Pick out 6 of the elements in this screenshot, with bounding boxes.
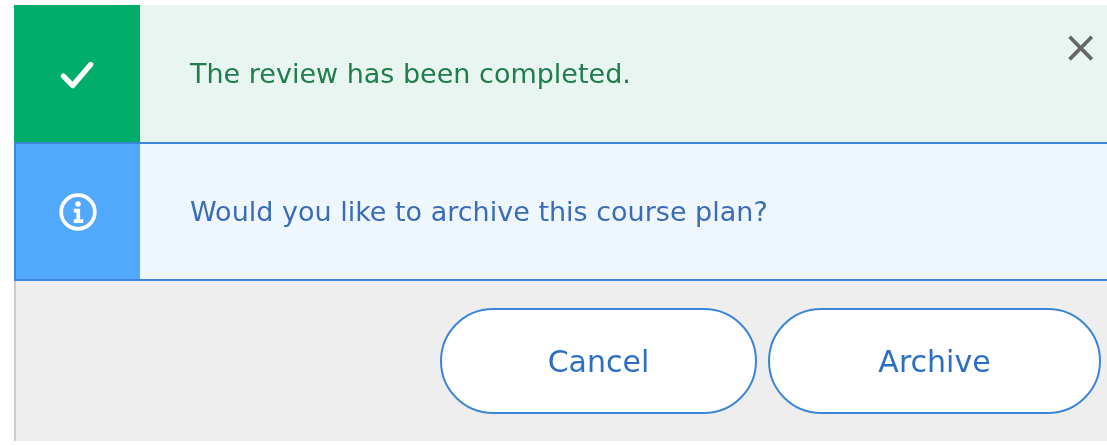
confirm-button[interactable]: Archive	[768, 308, 1101, 414]
alert-message: The review has been completed.	[190, 58, 631, 89]
cancel-button[interactable]: Cancel	[440, 308, 757, 414]
info-icon	[58, 191, 98, 232]
alert-message: Would you like to archive this course plan?	[190, 196, 768, 227]
close-button[interactable]: ×	[1058, 25, 1103, 69]
